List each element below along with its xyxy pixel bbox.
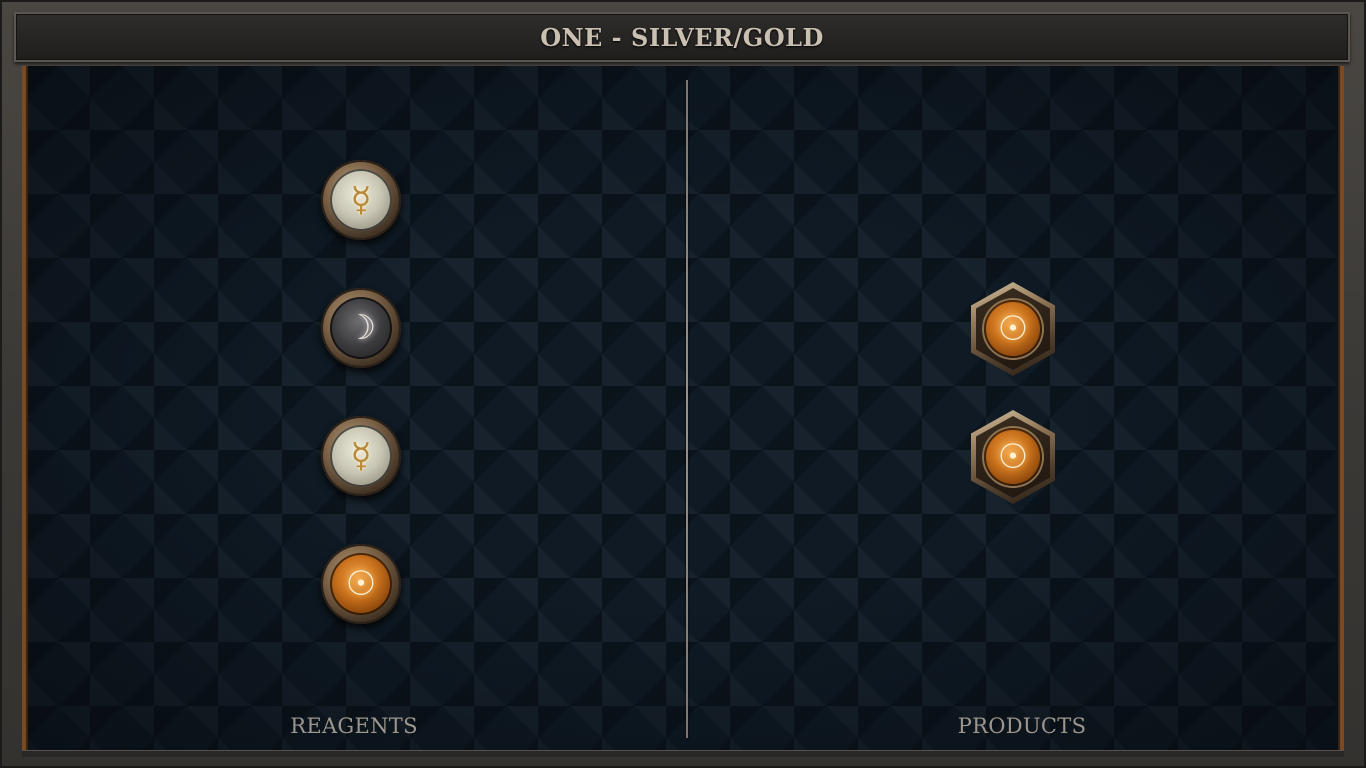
gold-orb: ☉ xyxy=(330,553,392,615)
mercury-icon: ☿ xyxy=(350,180,372,220)
silver-orb: ☽ xyxy=(330,297,392,359)
gold-orb: ☉ xyxy=(984,300,1042,358)
reagent-slot-2[interactable]: ☽ xyxy=(321,288,401,368)
products-label: PRODUCTS xyxy=(957,714,1087,738)
reagent-slot-3[interactable]: ☿ xyxy=(321,416,401,496)
moon-icon: ☽ xyxy=(345,308,377,348)
product-slot-2[interactable]: ☉ xyxy=(971,410,1055,504)
reagent-slot-1[interactable]: ☿ xyxy=(321,160,401,240)
gold-orb: ☉ xyxy=(984,428,1042,486)
reagent-slot-4[interactable]: ☉ xyxy=(321,544,401,624)
sun-icon: ☉ xyxy=(345,564,377,604)
column-divider xyxy=(686,80,688,738)
puzzle-title: ONE - SILVER/GOLD xyxy=(540,22,824,52)
reaction-board: ☿ ☽ ☿ ☉ ☉ ☉ REAGENTS PRODUCTS xyxy=(22,66,1344,750)
sun-icon: ☉ xyxy=(997,309,1029,349)
mercury-icon: ☿ xyxy=(350,436,372,476)
sun-icon: ☉ xyxy=(997,437,1029,477)
quicksilver-orb: ☿ xyxy=(330,169,392,231)
reagents-label: REAGENTS xyxy=(290,714,418,738)
product-slot-1[interactable]: ☉ xyxy=(971,282,1055,376)
frame-bottom-edge xyxy=(22,750,1344,757)
title-bar: ONE - SILVER/GOLD xyxy=(14,12,1350,62)
quicksilver-orb: ☿ xyxy=(330,425,392,487)
